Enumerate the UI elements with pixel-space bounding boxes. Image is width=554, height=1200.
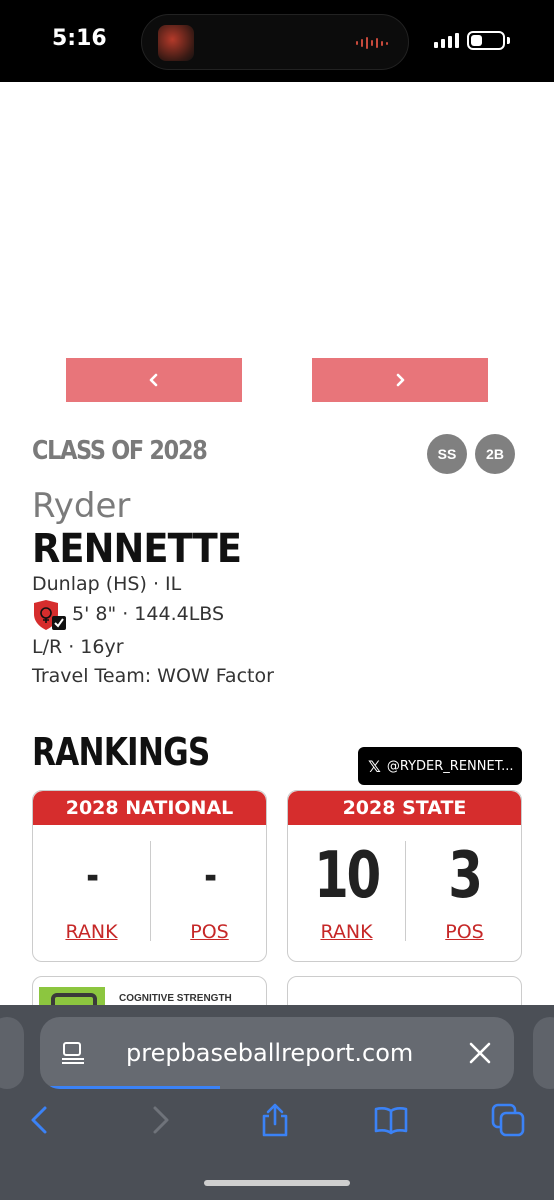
status-bar: 5:16	[0, 0, 554, 82]
chevron-left-icon	[149, 373, 158, 387]
national-pos-link[interactable]: POS	[190, 921, 228, 943]
share-icon[interactable]	[257, 1102, 293, 1138]
home-indicator[interactable]	[204, 1180, 350, 1186]
chevron-right-icon	[396, 373, 405, 387]
state-rank-link[interactable]: RANK	[320, 921, 372, 943]
battery-icon	[467, 31, 505, 50]
player-travel-team: Travel Team: WOW Factor	[32, 665, 274, 687]
national-rank-cell: - RANK	[33, 825, 150, 961]
national-rank-value: -	[86, 853, 99, 899]
position-badge-2b: 2B	[475, 434, 515, 474]
page-load-progress	[40, 1086, 221, 1089]
status-time: 5:16	[52, 26, 107, 51]
twitter-handle-text: @RYDER_RENNET...	[386, 758, 514, 774]
national-card-header: 2028 NATIONAL	[33, 791, 266, 825]
forward-icon[interactable]	[142, 1102, 178, 1138]
national-pos-value: -	[204, 853, 217, 899]
previous-tab-preview[interactable]	[0, 1017, 24, 1089]
battery-tip	[507, 37, 510, 44]
dynamic-island[interactable]	[141, 14, 409, 70]
twitter-handle-link[interactable]: 𝕏 @RYDER_RENNET...	[358, 747, 522, 785]
cognitive-strength-label: COGNITIVE STRENGTH	[119, 993, 232, 1004]
close-icon[interactable]	[468, 1041, 492, 1065]
player-first-name: Ryder	[32, 486, 131, 526]
carousel-next-button[interactable]	[312, 358, 488, 402]
url-text[interactable]: prepbaseballreport.com	[126, 1039, 413, 1067]
state-ranking-card: 2028 STATE 10 RANK 3 POS	[287, 790, 522, 962]
verified-shield-icon	[34, 600, 66, 630]
battery-level	[471, 35, 482, 46]
address-bar[interactable]: prepbaseballreport.com	[40, 1017, 514, 1089]
national-pos-cell: - POS	[151, 825, 266, 961]
next-tab-preview[interactable]	[533, 1017, 554, 1089]
state-pos-value: 3	[448, 839, 483, 913]
player-school: Dunlap (HS) · IL	[32, 573, 182, 595]
bookmarks-icon[interactable]	[373, 1102, 409, 1138]
state-pos-link[interactable]: POS	[445, 921, 483, 943]
now-playing-artwork	[158, 25, 194, 61]
tabs-icon[interactable]	[490, 1102, 526, 1138]
state-rank-cell: 10 RANK	[288, 825, 405, 961]
back-icon[interactable]	[22, 1102, 58, 1138]
national-rank-link[interactable]: RANK	[65, 921, 117, 943]
player-bats-throws-age: L/R · 16yr	[32, 636, 124, 658]
cellular-signal-icon	[434, 32, 459, 48]
audio-waveform-icon	[356, 36, 388, 50]
carousel-prev-button[interactable]	[66, 358, 242, 402]
rankings-title: RANKINGS	[32, 730, 210, 774]
state-card-header: 2028 STATE	[288, 791, 521, 825]
page-menu-icon[interactable]	[60, 1041, 86, 1065]
class-of-label: CLASS OF 2028	[32, 436, 208, 466]
player-height-weight: 5' 8" · 144.4LBS	[72, 603, 225, 625]
national-ranking-card: 2028 NATIONAL - RANK - POS	[32, 790, 267, 962]
state-rank-value: 10	[314, 839, 381, 913]
state-pos-cell: 3 POS	[406, 825, 521, 961]
x-logo-icon: 𝕏	[368, 756, 381, 776]
position-badge-ss: SS	[427, 434, 467, 474]
player-last-name: RENNETTE	[32, 526, 242, 572]
